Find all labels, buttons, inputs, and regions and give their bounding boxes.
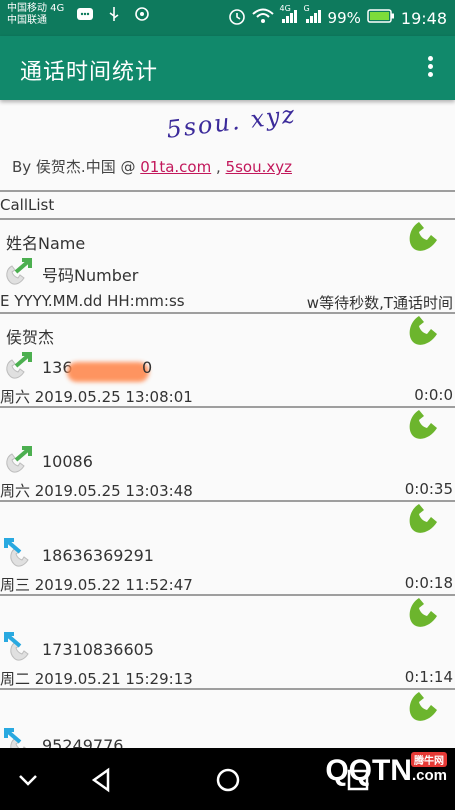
- signal-icon-1: 4G: [280, 4, 298, 28]
- phone-number-tail: 0: [142, 358, 153, 377]
- logo: 5sou. xyz: [164, 100, 298, 144]
- legend-number: 号码Number: [42, 266, 139, 285]
- outgoing-call-icon: [6, 258, 32, 285]
- call-duration: 0:0:35: [404, 480, 453, 498]
- home-icon[interactable]: [214, 766, 242, 794]
- legend-date-format: E YYYY.MM.dd HH:mm:ss: [0, 292, 185, 310]
- call-date: 周二 2019.05.21 15:29:13: [0, 670, 193, 688]
- signal-1-label: 4G: [279, 4, 291, 13]
- link-5sou[interactable]: 5sou.xyz: [226, 158, 292, 176]
- legend-row: 姓名Name 号码Number E YYYY.MM.dd HH:mm:ss w等…: [0, 220, 455, 314]
- outgoing-call-icon: [6, 352, 32, 379]
- call-phone-icon[interactable]: [407, 598, 441, 632]
- phone-number: 17310836605: [42, 640, 154, 659]
- navigation-bar: QQTN.com 腾牛网: [0, 748, 455, 810]
- call-duration: 0:0:18: [404, 574, 453, 592]
- call-date: 周六 2019.05.25 13:03:48: [0, 482, 193, 500]
- phone-number: 18636369291: [42, 546, 154, 565]
- legend-name: 姓名Name: [6, 234, 86, 253]
- app-bar: 通话时间统计: [0, 36, 455, 100]
- phone-number: 95249776: [42, 736, 124, 748]
- incoming-call-icon: [4, 632, 29, 661]
- battery-icon: [367, 9, 395, 27]
- by-prefix: By 侯贺杰.中国 @: [12, 158, 141, 176]
- contact-name: 侯贺杰: [6, 328, 55, 347]
- carrier-info: 中国移动 4G 中国联通: [7, 3, 64, 27]
- call-row[interactable]: 95249776: [0, 690, 455, 748]
- call-row[interactable]: 17310836605 周二 2019.05.21 15:29:13 0:1:1…: [0, 596, 455, 690]
- incoming-call-icon: [4, 538, 29, 567]
- phone-number: 10086: [42, 452, 93, 471]
- overflow-menu-icon[interactable]: [425, 54, 435, 82]
- call-row[interactable]: 18636369291 周三 2019.05.22 11:52:47 0:0:1…: [0, 502, 455, 596]
- alarm-icon: [228, 7, 246, 29]
- wifi-icon: [251, 8, 274, 28]
- app-title: 通话时间统计: [20, 60, 159, 85]
- signal-icon-2: G: [304, 4, 322, 28]
- call-phone-icon[interactable]: [407, 410, 441, 444]
- usb-icon: [108, 6, 120, 25]
- message-icon: [76, 7, 94, 24]
- back-icon[interactable]: [88, 766, 116, 794]
- chevron-down-icon[interactable]: [14, 766, 42, 794]
- legend-duration-format: w等待秒数,T通话时间: [306, 294, 453, 312]
- signal-2-label: G: [303, 4, 310, 13]
- phone-icon: [409, 222, 437, 251]
- status-bar: 中国移动 4G 中国联通 4G G 99% 19:48: [0, 0, 455, 36]
- incoming-call-icon: [4, 728, 27, 748]
- call-row[interactable]: 10086 周六 2019.05.25 13:03:48 0:0:35: [0, 408, 455, 502]
- call-date: 周六 2019.05.25 13:08:01: [0, 388, 193, 406]
- watermark: QQTN.com 腾牛网: [325, 752, 447, 788]
- carrier-2: 中国联通: [7, 15, 47, 26]
- battery-percent: 99%: [327, 9, 361, 27]
- carrier-1: 中国移动 4G: [7, 3, 65, 14]
- call-phone-icon[interactable]: [407, 692, 441, 726]
- call-duration: 0:0:0: [414, 386, 453, 404]
- call-duration: 0:1:14: [404, 668, 453, 686]
- shield-icon: [134, 6, 150, 25]
- call-list-label: CallList: [0, 196, 55, 214]
- redaction-blur: [67, 362, 149, 382]
- divider: [0, 190, 455, 192]
- link-01ta[interactable]: 01ta.com: [140, 158, 211, 176]
- watermark-badge: 腾牛网: [411, 752, 447, 767]
- watermark-text: QQTN: [325, 754, 412, 787]
- clock: 19:48: [400, 8, 447, 28]
- call-phone-icon[interactable]: [407, 504, 441, 538]
- byline-separator: ,: [211, 158, 226, 176]
- call-row[interactable]: 侯贺杰 136 0 周六 2019.05.25 13:08:01 0:0:0: [0, 314, 455, 408]
- watermark-suffix: .com: [411, 767, 447, 784]
- call-date: 周三 2019.05.22 11:52:47: [0, 576, 193, 594]
- call-phone-icon[interactable]: [407, 316, 441, 350]
- byline: By 侯贺杰.中国 @ 01ta.com , 5sou.xyz: [12, 156, 292, 177]
- outgoing-call-icon: [6, 446, 32, 473]
